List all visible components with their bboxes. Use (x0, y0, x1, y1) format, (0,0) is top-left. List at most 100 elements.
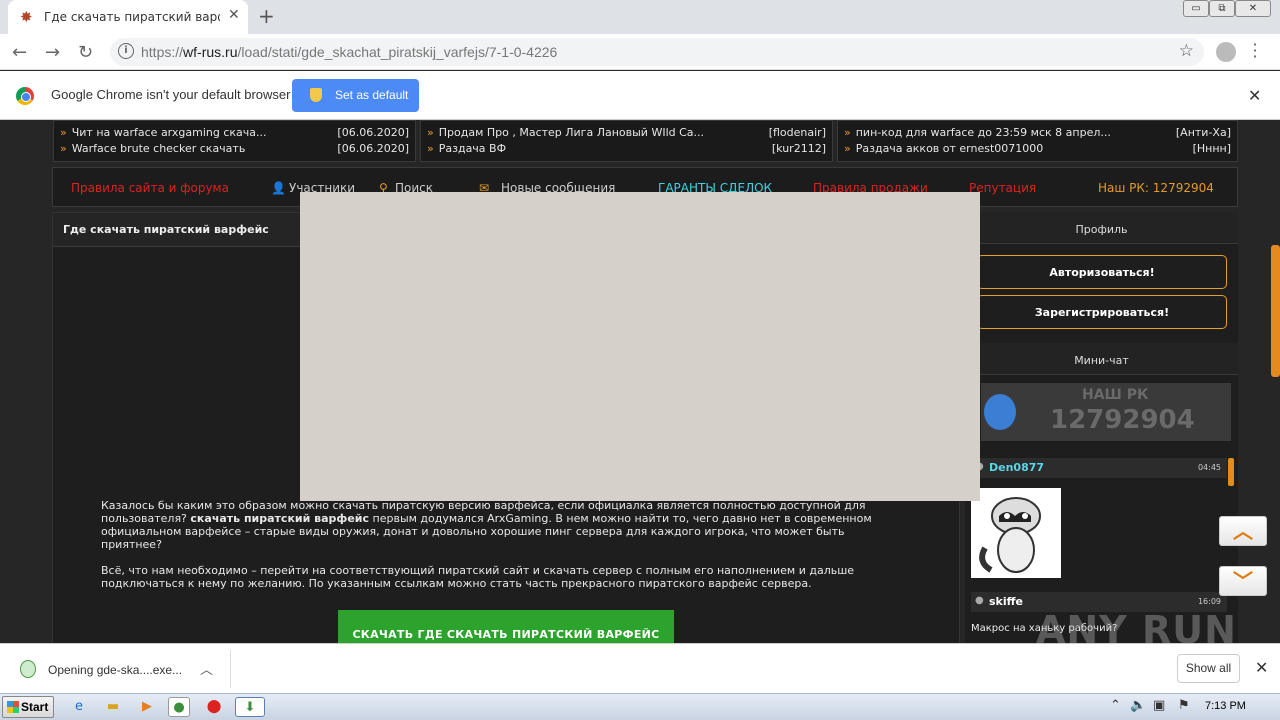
flag-icon[interactable]: ⚑ (1178, 698, 1190, 713)
installer-taskbar-icon[interactable]: ⬇ (235, 697, 265, 717)
reload-icon[interactable]: ↻ (78, 42, 93, 63)
page-scrollbar[interactable] (1271, 245, 1280, 377)
divider (230, 650, 231, 688)
bookmark-star-icon[interactable]: ☆ (1179, 41, 1194, 61)
windows-logo-icon (7, 701, 19, 713)
shield-icon (310, 88, 322, 102)
tab-title: Где скачать пиратский варфейс (44, 10, 220, 24)
account-avatar-icon[interactable] (1216, 42, 1236, 62)
taskbar: Start e ▬ ▶ ● ⬤ ⬇ ⌃ 🔈 ▣ ⚑ 7:13 PM (0, 693, 1280, 720)
topic-author: [flodenair] (768, 126, 826, 139)
chevron-up-icon[interactable]: ︿ (200, 659, 213, 678)
chat-image (971, 488, 1061, 578)
watermark: ANY RUN (1036, 608, 1237, 643)
topic-date: [06.06.2020] (337, 126, 409, 139)
article-paragraph: Казалось бы каким это образом можно скач… (101, 499, 872, 551)
window-close-button[interactable]: ✕ (1235, 0, 1271, 17)
double-arrow-icon: » (427, 126, 434, 139)
double-arrow-icon: » (60, 126, 67, 139)
ad-placeholder (300, 192, 980, 501)
chat-time: 16:09 (1197, 597, 1221, 606)
topic-link[interactable]: Warface brute checker скачать (72, 142, 246, 155)
latest-topics-col2: » Продам Про , Мастер Лига Лановый WIld C… (420, 120, 833, 162)
infobar-close-icon[interactable]: ✕ (1248, 86, 1261, 105)
chrome-logo-icon (16, 87, 34, 105)
list-item[interactable]: » пин-код для warface до 23:59 мск 8 апре… (844, 126, 1231, 142)
browser-toolbar: ← → ↻ i https://wf-rus.ru/load/stati/gde… (0, 34, 1280, 70)
browser-tab[interactable]: ✸ Где скачать пиратский варфейс ✕ (8, 0, 248, 34)
address-bar[interactable]: i https://wf-rus.ru/load/stati/gde_skach… (110, 38, 1204, 66)
start-button[interactable]: Start (2, 696, 54, 718)
topic-link[interactable]: Раздача ВФ (439, 142, 506, 155)
url-text[interactable]: https://wf-rus.ru/load/stati/gde_skachat… (141, 44, 557, 60)
user-icon: 👤 (271, 181, 286, 195)
page-title: Где скачать пиратский варфейс (63, 223, 269, 236)
topic-author: [Анти-Ха] (1175, 126, 1231, 139)
topic-author: [Нннн] (1192, 142, 1231, 155)
double-arrow-icon: » (844, 142, 851, 155)
rk-number: 12792904 (1050, 405, 1195, 435)
rk-banner[interactable]: НАШ РК 12792904 (981, 383, 1231, 441)
site-info-icon[interactable]: i (118, 43, 134, 59)
list-item[interactable]: » Раздача ВФ [kur2112] (427, 142, 826, 158)
topic-author: [kur2112] (771, 142, 826, 155)
infobar-message: Google Chrome isn't your default browser (51, 87, 291, 102)
double-arrow-icon: » (844, 126, 851, 139)
latest-topics-col1: » Чит на warface arxgaming скача... [06.06… (53, 120, 416, 162)
set-as-default-button[interactable]: Set as default (292, 79, 419, 112)
register-button[interactable]: Зарегистрироваться! (977, 295, 1227, 329)
forward-icon[interactable]: → (45, 42, 60, 63)
article-header: Где скачать пиратский варфейс (53, 213, 303, 247)
new-tab-icon[interactable]: + (258, 4, 275, 28)
latest-topics-col3: » пин-код для warface до 23:59 мск 8 апре… (837, 120, 1238, 162)
web-page: » Чит на warface arxgaming скача... [06.06… (0, 120, 1280, 643)
chat-scrollbar[interactable] (1228, 458, 1234, 486)
rk-logo-icon (984, 394, 1016, 430)
double-arrow-icon: » (60, 142, 67, 155)
folder-icon[interactable]: ▬ (102, 697, 124, 717)
tray-expand-icon[interactable]: ⌃ (1110, 698, 1121, 713)
chat-username[interactable]: skiffe (989, 595, 1023, 608)
topic-link[interactable]: пин-код для warface до 23:59 мск 8 апрел… (856, 126, 1111, 139)
minimize-button[interactable]: ▭ (1183, 0, 1209, 17)
download-shelf-close-icon[interactable]: ✕ (1255, 658, 1268, 677)
user-icon: ● (975, 595, 984, 606)
list-item[interactable]: » Продам Про , Мастер Лига Лановый WIld C… (427, 126, 826, 142)
chat-header-row: ● Den0877 04:45 (971, 458, 1227, 478)
nav-rules[interactable]: Правила сайта и форума (71, 181, 229, 195)
stop-icon[interactable]: ⬤ (203, 697, 225, 717)
topic-link[interactable]: Раздача акков от ernest0071000 (856, 142, 1044, 155)
download-file-icon (20, 660, 36, 678)
default-browser-infobar: Google Chrome isn't your default browser… (0, 71, 1280, 120)
download-item[interactable]: Opening gde-ska....exe... (48, 663, 182, 677)
media-player-icon[interactable]: ▶ (136, 697, 158, 717)
list-item[interactable]: » Раздача акков от ernest0071000 [Нннн] (844, 142, 1231, 158)
network-icon[interactable]: ▣ (1153, 698, 1165, 713)
scroll-down-icon[interactable]: ﹀ (1219, 566, 1267, 596)
scroll-up-icon[interactable]: ︿ (1219, 516, 1267, 546)
topic-link[interactable]: Чит на warface arxgaming скача... (72, 126, 267, 139)
list-item[interactable]: » Warface brute checker скачать [06.06.202… (60, 142, 409, 158)
profile-header: Профиль (965, 212, 1238, 244)
chrome-taskbar-icon[interactable]: ● (168, 697, 190, 717)
list-item[interactable]: » Чит на warface arxgaming скача... [06.06… (60, 126, 409, 142)
restore-button[interactable]: ⧉ (1209, 0, 1235, 17)
volume-icon[interactable]: 🔈 (1130, 698, 1146, 713)
minichat-header: Мини-чат (965, 343, 1238, 375)
topic-date: [06.06.2020] (337, 142, 409, 155)
start-label: Start (21, 700, 49, 714)
chat-username[interactable]: Den0877 (989, 461, 1044, 474)
clock[interactable]: 7:13 PM (1205, 700, 1246, 712)
double-arrow-icon: » (427, 142, 434, 155)
ie-icon[interactable]: e (68, 697, 90, 717)
back-icon[interactable]: ← (12, 42, 27, 63)
download-button[interactable]: СКАЧАТЬ ГДЕ СКАЧАТЬ ПИРАТСКИЙ ВАРФЕЙС (338, 610, 674, 643)
show-all-button[interactable]: Show all (1177, 654, 1240, 683)
login-button[interactable]: Авторизоваться! (977, 255, 1227, 289)
sidebar: Профиль Авторизоваться! Зарегистрировать… (965, 212, 1238, 643)
article-paragraph: Всё, что нам необходимо – перейти на соо… (101, 564, 855, 590)
set-as-default-label: Set as default (335, 88, 409, 102)
tab-close-icon[interactable]: ✕ (228, 7, 240, 23)
topic-link[interactable]: Продам Про , Мастер Лига Лановый WIld Ca… (439, 126, 704, 139)
menu-kebab-icon[interactable]: · · · (1250, 37, 1260, 65)
